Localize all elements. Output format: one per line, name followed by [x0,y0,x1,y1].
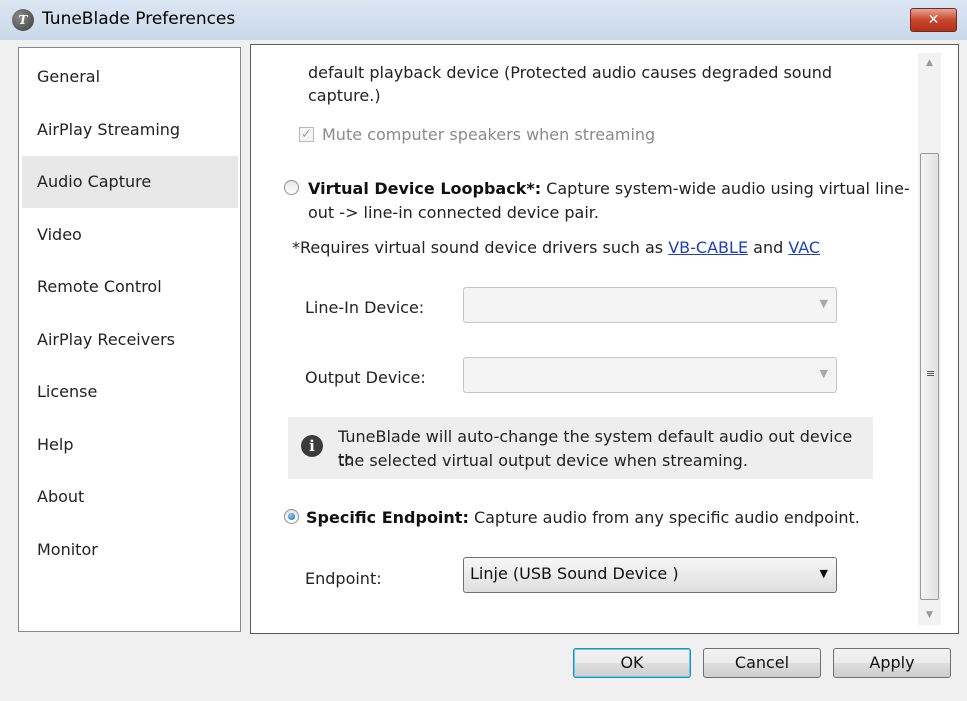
requires-note-prefix: *Requires virtual sound device drivers s… [292,238,669,257]
scroll-down-arrow-icon[interactable]: ▼ [918,605,941,625]
apply-button[interactable]: Apply [833,648,951,678]
vb-cable-link[interactable]: VB-CABLE [668,238,748,257]
requires-drivers-note: *Requires virtual sound device drivers s… [292,236,820,259]
virtual-loopback-line2: out -> line-in connected device pair. [308,203,599,222]
tuneblade-logo-icon: T [12,9,34,31]
ok-button[interactable]: OK [573,648,691,678]
info-box: i TuneBlade will auto-change the system … [288,417,873,479]
virtual-loopback-desc: Capture system-wide audio using virtual … [541,179,910,198]
virtual-loopback-line1: Virtual Device Loopback*: Capture system… [308,177,910,200]
title-bar: T TuneBlade Preferences ✕ [0,0,967,41]
sidebar-item-airplay-receivers[interactable]: AirPlay Receivers [22,314,238,366]
sidebar-item-video[interactable]: Video [22,209,238,261]
scrollbar-thumb[interactable]: ≡ [920,153,939,600]
sidebar-item-monitor[interactable]: Monitor [22,524,238,576]
chevron-down-icon: ▼ [819,367,828,380]
info-icon: i [301,435,323,457]
sidebar-item-general[interactable]: General [22,51,238,103]
sidebar: General AirPlay Streaming Audio Capture … [18,47,241,632]
mute-speakers-label: Mute computer speakers when streaming [322,125,656,144]
vertical-scrollbar[interactable]: ▲ ≡ ▼ [918,53,941,625]
sidebar-item-airplay-streaming[interactable]: AirPlay Streaming [22,104,238,156]
scroll-up-arrow-icon[interactable]: ▲ [918,53,941,73]
sidebar-item-about[interactable]: About [22,471,238,523]
window-title: TuneBlade Preferences [42,9,236,29]
output-device-label: Output Device: [305,368,426,387]
specific-endpoint-radio[interactable] [284,509,299,524]
info-text-line2: the selected virtual output device when … [338,451,748,470]
vac-link[interactable]: VAC [788,238,820,257]
specific-endpoint-line: Specific Endpoint: Capture audio from an… [306,506,860,529]
virtual-loopback-title: Virtual Device Loopback*: [308,179,542,198]
sidebar-item-license[interactable]: License [22,366,238,418]
output-device-dropdown[interactable]: ▼ [463,357,837,393]
sidebar-item-help[interactable]: Help [22,419,238,471]
line-in-device-dropdown[interactable]: ▼ [463,287,837,323]
protected-audio-note-line1: default playback device (Protected audio… [308,63,833,82]
close-button[interactable]: ✕ [910,8,957,32]
line-in-device-label: Line-In Device: [305,298,425,317]
specific-endpoint-desc: Capture audio from any specific audio en… [468,508,860,527]
chevron-down-icon: ▼ [819,297,828,310]
grip-icon: ≡ [926,367,936,380]
cancel-button[interactable]: Cancel [703,648,821,678]
sidebar-item-remote-control[interactable]: Remote Control [22,261,238,313]
endpoint-label: Endpoint: [305,569,382,588]
endpoint-dropdown[interactable]: Linje (USB Sound Device ) ▼ [463,557,837,593]
virtual-loopback-radio[interactable] [284,180,299,195]
endpoint-value: Linje (USB Sound Device ) [470,564,679,583]
requires-note-and: and [748,238,789,257]
mute-speakers-checkbox[interactable]: ✓ [299,127,314,142]
sidebar-item-audio-capture[interactable]: Audio Capture [22,156,238,208]
specific-endpoint-title: Specific Endpoint: [306,508,469,527]
protected-audio-note-line2: capture.) [308,86,381,105]
audio-capture-panel: default playback device (Protected audio… [250,44,959,634]
chevron-down-icon: ▼ [819,567,828,580]
